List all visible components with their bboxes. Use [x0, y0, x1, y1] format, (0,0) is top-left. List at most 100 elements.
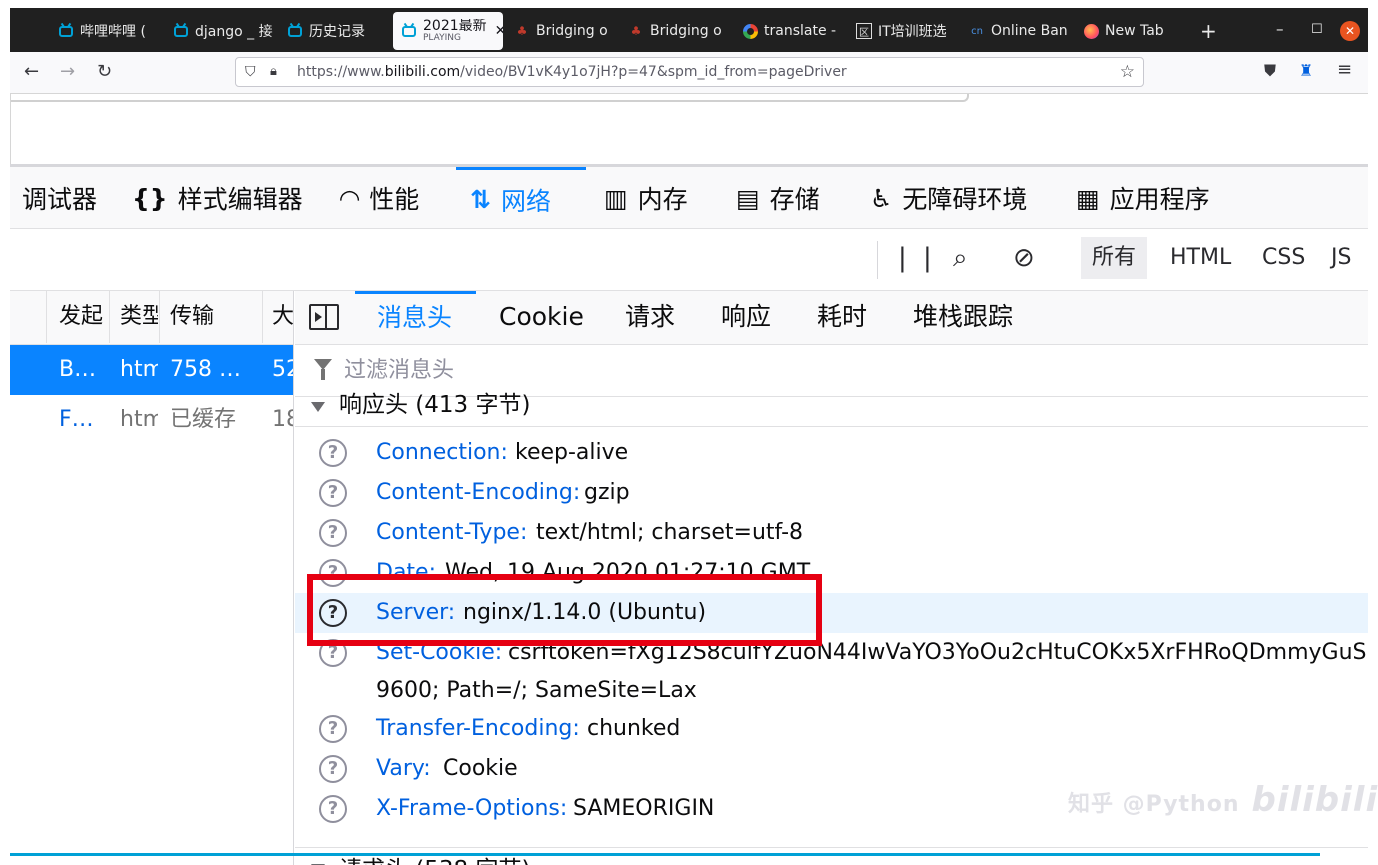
request-headers-section[interactable]: 请求头 (538 字节) [295, 847, 1368, 865]
tool-label: 应用程序 [1109, 185, 1210, 214]
browser-tab[interactable]: 区 IT培训班选 [856, 14, 956, 48]
header-row[interactable]: ? Content-Encoding: gzip [295, 473, 1368, 513]
browser-tab-active[interactable]: 2021最新 PLAYING ✕ [393, 12, 503, 50]
maple-leaf-icon: ♣ [516, 24, 528, 38]
tool-tab-performance[interactable]: ◠ 性能 [340, 167, 419, 229]
watermark-text: 知乎 @Python [1068, 792, 1240, 817]
request-initiator: B… [59, 357, 97, 382]
tab-request[interactable]: 请求 [625, 291, 675, 345]
header-row[interactable]: ? Connection: keep-alive [295, 433, 1368, 473]
tab-headers[interactable]: 消息头 [355, 291, 476, 345]
browser-tab-bar: 哔哩哔哩 ( django _ 接 历史记录 2021最新 PLAYING ✕ … [10, 8, 1368, 52]
browser-tab[interactable]: cn Online Ban [969, 14, 1069, 48]
response-headers-section[interactable]: 响应头 (413 字节) [295, 392, 1368, 427]
request-transferred: 已缓存 [170, 407, 237, 432]
tab-label: Bridging o [650, 23, 722, 39]
filter-css[interactable]: CSS [1251, 237, 1316, 279]
tab-timings[interactable]: 耗时 [817, 291, 867, 345]
memory-chip-icon: ▥ [604, 183, 628, 213]
tracking-shield-icon[interactable]: ⛉ [245, 58, 256, 86]
pocket-icon[interactable]: ⛊ [1264, 61, 1276, 81]
filter-icon [314, 359, 332, 380]
search-icon[interactable]: ⌕ [953, 243, 968, 274]
help-icon[interactable]: ? [319, 795, 347, 823]
site-icon: 区 [856, 23, 872, 39]
request-row[interactable]: B… htm 758 … 52 [10, 345, 293, 395]
filter-all[interactable]: 所有 [1081, 237, 1148, 279]
close-tab-icon[interactable]: ✕ [495, 23, 503, 39]
tool-tab-network[interactable]: ⇅ 网络 [456, 167, 586, 229]
cnki-icon: cn [971, 25, 983, 37]
menu-icon[interactable]: ≡ [1337, 59, 1352, 80]
pause-icon[interactable]: | | [898, 243, 936, 273]
header-name: Transfer-Encoding: [376, 716, 580, 741]
tool-tab-application[interactable]: ▦ 应用程序 [1076, 167, 1210, 229]
forward-arrow-icon[interactable]: → [60, 61, 75, 82]
url-text[interactable]: https://www.bilibili.com/video/BV1vK4y1o… [297, 58, 847, 86]
back-arrow-icon[interactable]: ← [24, 61, 39, 82]
toggle-sidebar-icon[interactable] [309, 304, 339, 330]
help-icon[interactable]: ? [319, 519, 347, 547]
header-row[interactable]: ? Transfer-Encoding: chunked [295, 709, 1368, 749]
bookmark-star-icon[interactable]: ☆ [1120, 58, 1135, 86]
request-list-header: 发起 类型 传输 大 [10, 291, 293, 345]
network-arrows-icon: ⇅ [470, 185, 491, 214]
column-type[interactable]: 类型 [120, 291, 158, 343]
window-close-icon[interactable]: ✕ [1340, 21, 1360, 41]
browser-tab[interactable]: django _ 接 [173, 14, 273, 48]
maximize-icon[interactable]: ☐ [1311, 22, 1323, 37]
tab-cookie[interactable]: Cookie [499, 291, 584, 345]
tab-label: Bridging o [536, 23, 608, 39]
details-tabs: 消息头 Cookie 请求 响应 耗时 堆栈跟踪 [295, 291, 1368, 345]
devtools-panel: 调试器 {} 样式编辑器 ◠ 性能 ⇅ 网络 ▥ 内存 ▤ 存储 ♿ 无障碍环境… [10, 164, 1368, 865]
browser-tab[interactable]: ♣ Bridging o [514, 14, 614, 48]
tool-tab-storage[interactable]: ▤ 存储 [736, 167, 820, 229]
browser-tab[interactable]: New Tab [1083, 14, 1183, 48]
tool-tab-accessibility[interactable]: ♿ 无障碍环境 [870, 167, 1027, 229]
tab-stack-trace[interactable]: 堆栈跟踪 [913, 291, 1013, 345]
bilibili-icon [173, 23, 189, 39]
filter-html[interactable]: HTML [1159, 237, 1242, 279]
bilibili-icon [287, 23, 303, 39]
extension-icon[interactable]: ♜ [1299, 61, 1313, 80]
plus-icon: + [1200, 19, 1217, 43]
tab-label: IT培训班选 [878, 24, 947, 40]
tool-label: 网络 [500, 186, 551, 216]
column-size[interactable]: 大 [272, 291, 293, 343]
request-list: 发起 类型 传输 大 B… htm 758 … 52 F… htm 已缓存 18 [10, 291, 294, 865]
header-name: Connection: [376, 440, 508, 465]
navigation-bar: ← → ↻ ⛉ 🔒︎ https://www.bilibili.com/vide… [10, 52, 1368, 94]
browser-tab[interactable]: ♣ Bridging o [628, 14, 728, 48]
browser-tab[interactable]: 哔哩哔哩 ( [58, 14, 158, 48]
request-transferred: 758 … [170, 357, 241, 382]
clear-icon[interactable]: ⊘ [1013, 243, 1035, 273]
help-icon[interactable]: ? [319, 439, 347, 467]
lock-icon[interactable]: 🔒︎ [270, 58, 277, 86]
header-value-continued: 9600; Path=/; SameSite=Lax [376, 678, 697, 703]
help-icon[interactable]: ? [319, 755, 347, 783]
tab-label: 2021最新 [423, 18, 487, 34]
column-initiator[interactable]: 发起 [59, 291, 107, 343]
header-value: text/html; charset=utf-8 [536, 520, 804, 545]
new-tab-button[interactable]: + [1200, 14, 1222, 48]
filter-js[interactable]: JS [1320, 237, 1362, 279]
header-row[interactable]: ? Content-Type: text/html; charset=utf-8 [295, 513, 1368, 553]
header-name: Content-Type: [376, 520, 528, 545]
browser-tab[interactable]: translate - [742, 14, 842, 48]
tab-response[interactable]: 响应 [721, 291, 771, 345]
minimize-icon[interactable]: – [1276, 20, 1284, 38]
browser-tab[interactable]: 历史记录 [287, 14, 387, 48]
column-transferred[interactable]: 传输 [170, 291, 260, 343]
help-icon[interactable]: ? [319, 715, 347, 743]
tool-tab-memory[interactable]: ▥ 内存 [604, 167, 688, 229]
tool-tab-debugger[interactable]: 调试器 [22, 167, 97, 229]
tool-tab-style-editor[interactable]: {} 样式编辑器 [132, 167, 303, 229]
tab-label: django _ 接 [195, 24, 273, 40]
bilibili-logo: bilibili [1251, 780, 1378, 820]
reload-icon[interactable]: ↻ [97, 61, 112, 82]
url-bar[interactable]: ⛉ 🔒︎ https://www.bilibili.com/video/BV1v… [235, 57, 1144, 87]
watermark: 知乎 @Python bilibili [1068, 780, 1378, 820]
storage-icon: ▤ [736, 183, 760, 213]
request-row[interactable]: F… htm 已缓存 18 [10, 395, 293, 445]
help-icon[interactable]: ? [319, 479, 347, 507]
